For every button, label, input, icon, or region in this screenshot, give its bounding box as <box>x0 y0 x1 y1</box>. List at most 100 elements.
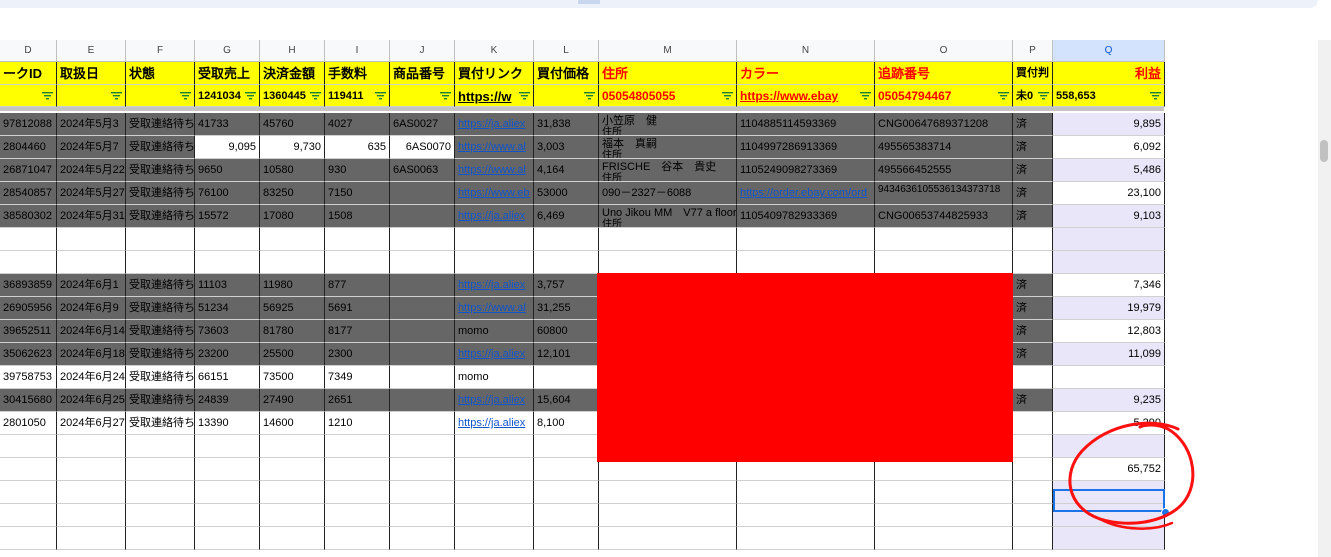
cell-p[interactable]: 済 <box>1013 136 1053 159</box>
column-header-i[interactable]: I <box>325 40 390 62</box>
cell-o[interactable]: 9434636105536134373718 <box>875 182 1013 205</box>
blank-cell[interactable] <box>57 228 126 251</box>
cell-p[interactable]: 済 <box>1013 159 1053 182</box>
blank-cell[interactable] <box>875 251 1013 274</box>
cell-j[interactable] <box>390 412 455 435</box>
cell-n[interactable]: 1105249098273369 <box>737 159 875 182</box>
cell-p[interactable]: 済 <box>1013 205 1053 228</box>
filter-cell-j[interactable] <box>390 85 455 107</box>
blank-cell[interactable] <box>599 251 737 274</box>
blank-cell[interactable] <box>534 504 599 527</box>
cell-j[interactable] <box>390 182 455 205</box>
blank-cell[interactable] <box>126 504 195 527</box>
blank-cell[interactable] <box>260 481 325 504</box>
cell-d[interactable]: 2801050 <box>0 412 57 435</box>
cell-o[interactable]: 495566452555 <box>875 159 1013 182</box>
cell-j[interactable]: 6AS0070 <box>390 136 455 159</box>
blank-cell[interactable] <box>390 251 455 274</box>
cell-q[interactable]: 19,979 <box>1053 297 1165 320</box>
cell-j[interactable] <box>390 366 455 389</box>
blank-cell[interactable] <box>1053 251 1165 274</box>
cell-k[interactable]: https://ja.aliex <box>455 412 534 435</box>
cell-f[interactable]: 受取連絡待ち <box>126 182 195 205</box>
blank-cell[interactable] <box>126 435 195 458</box>
cell-k[interactable]: https://ja.aliex <box>455 274 534 297</box>
cell-h[interactable]: 45760 <box>260 113 325 136</box>
filter-cell-n[interactable]: https://www.ebay <box>737 85 875 107</box>
cell-i[interactable]: 5691 <box>325 297 390 320</box>
cell-k[interactable]: https://www.al <box>455 297 534 320</box>
cell-n[interactable]: 1105409782933369 <box>737 205 875 228</box>
cell-h[interactable]: 11980 <box>260 274 325 297</box>
blank-cell[interactable] <box>57 481 126 504</box>
column-header-h[interactable]: H <box>260 40 325 62</box>
cell-g[interactable]: 51234 <box>195 297 260 320</box>
cell-k[interactable]: https://ja.aliex <box>455 389 534 412</box>
cell-d[interactable]: 36893859 <box>0 274 57 297</box>
cell-h[interactable]: 27490 <box>260 389 325 412</box>
blank-cell[interactable] <box>325 228 390 251</box>
cell-d[interactable]: 35062623 <box>0 343 57 366</box>
cell-h[interactable]: 14600 <box>260 412 325 435</box>
blank-cell[interactable] <box>126 228 195 251</box>
header-n[interactable]: カラー <box>737 62 875 85</box>
cell-f[interactable]: 受取連絡待ち <box>126 205 195 228</box>
blank-cell[interactable] <box>325 504 390 527</box>
cell-p[interactable] <box>1013 366 1053 389</box>
cell-e[interactable]: 2024年6月25 <box>57 389 126 412</box>
column-header-g[interactable]: G <box>195 40 260 62</box>
blank-cell[interactable] <box>875 504 1013 527</box>
header-m[interactable]: 住所 <box>599 62 737 85</box>
blank-cell[interactable] <box>1013 251 1053 274</box>
cell-p[interactable]: 済 <box>1013 297 1053 320</box>
cell-m[interactable]: 福本 真嗣 住所 <box>599 136 737 159</box>
cell-l[interactable]: 3,757 <box>534 274 599 297</box>
cell-j[interactable] <box>390 297 455 320</box>
blank-cell[interactable] <box>455 527 534 550</box>
cell-e[interactable]: 2024年6月27 <box>57 412 126 435</box>
cell-p[interactable]: 済 <box>1013 113 1053 136</box>
blank-cell[interactable] <box>260 228 325 251</box>
cell-k[interactable]: https://ja.aliex <box>455 113 534 136</box>
blank-cell[interactable] <box>534 435 599 458</box>
cell-i[interactable]: 8177 <box>325 320 390 343</box>
filter-cell-o[interactable]: 05054794467 <box>875 85 1013 107</box>
header-q[interactable]: 利益 <box>1053 62 1165 85</box>
header-k[interactable]: 買付リンク <box>455 62 534 85</box>
filter-icon[interactable] <box>860 92 871 100</box>
header-o[interactable]: 追跡番号 <box>875 62 1013 85</box>
cell-m[interactable]: 小笠原 健住所 <box>599 113 737 136</box>
filter-cell-i[interactable]: 119411 <box>325 85 390 107</box>
cell-d[interactable]: 2804460 <box>0 136 57 159</box>
cell-f[interactable]: 受取連絡待ち <box>126 389 195 412</box>
filter-icon[interactable] <box>722 92 733 100</box>
cell-i[interactable]: 7150 <box>325 182 390 205</box>
blank-cell[interactable] <box>875 527 1013 550</box>
column-header-l[interactable]: L <box>534 40 599 62</box>
filter-icon[interactable] <box>1150 92 1161 100</box>
blank-cell[interactable] <box>126 481 195 504</box>
cell-j[interactable]: 6AS0063 <box>390 159 455 182</box>
filter-cell-h[interactable]: 1360445 <box>260 85 325 107</box>
header-d[interactable]: ークID <box>0 62 57 85</box>
cell-d[interactable]: 30415680 <box>0 389 57 412</box>
cell-e[interactable]: 2024年5月31 <box>57 205 126 228</box>
cell-q[interactable] <box>1053 366 1165 389</box>
column-header-j[interactable]: J <box>390 40 455 62</box>
header-f[interactable]: 状態 <box>126 62 195 85</box>
blank-cell[interactable] <box>534 527 599 550</box>
cell-g[interactable]: 13390 <box>195 412 260 435</box>
cell-d[interactable]: 28540857 <box>0 182 57 205</box>
blank-cell[interactable] <box>455 458 534 481</box>
cell-l[interactable]: 60800 <box>534 320 599 343</box>
blank-cell[interactable] <box>390 481 455 504</box>
blank-cell[interactable] <box>1013 527 1053 550</box>
blank-cell[interactable] <box>0 228 57 251</box>
cell-g[interactable]: 15572 <box>195 205 260 228</box>
cell-n[interactable]: https://order.ebay.com/ord <box>737 182 875 205</box>
cell-h[interactable]: 10580 <box>260 159 325 182</box>
cell-e[interactable]: 2024年5月27 <box>57 182 126 205</box>
blank-cell[interactable] <box>455 435 534 458</box>
cell-i[interactable]: 2300 <box>325 343 390 366</box>
blank-cell[interactable] <box>1013 458 1053 481</box>
